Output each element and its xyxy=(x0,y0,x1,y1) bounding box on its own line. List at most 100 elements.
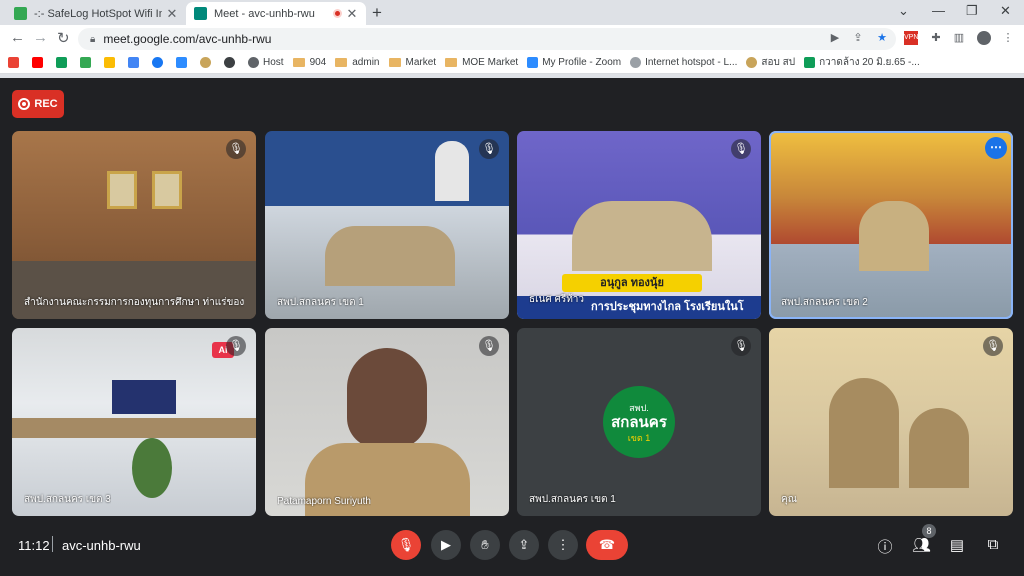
share-icon[interactable]: ⇪ xyxy=(851,31,865,45)
safelog-favicon-icon xyxy=(14,7,27,20)
participant-tile[interactable]: 🎙︎ คุณ xyxy=(769,328,1013,516)
bookmark-moe-market[interactable]: MOE Market xyxy=(445,57,518,68)
record-icon xyxy=(18,98,31,110)
mic-off-icon: 🎙︎ xyxy=(983,336,1003,356)
side-panel-icon[interactable]: ▥ xyxy=(952,31,966,45)
folder-icon xyxy=(388,58,401,67)
bookmark-label: admin xyxy=(352,57,380,68)
bookmark-label: My Profile - Zoom xyxy=(542,57,622,68)
name-caption: อนุกูล ทองนุ้ย xyxy=(562,274,702,292)
address-bar[interactable]: 🔒︎ meet.google.com/avc-unhb-rwu xyxy=(78,28,896,50)
bookmark-p[interactable] xyxy=(224,57,239,68)
menu-dots-icon[interactable]: ⋮ xyxy=(1001,31,1015,45)
participant-tile[interactable]: สพป. สกลนคร เขต 1 🎙︎ สพป.สกลนคร เขต 1 xyxy=(517,328,761,516)
bookmark-exam[interactable]: สอบ สป xyxy=(746,55,795,70)
meeting-details-icon[interactable]: ⓘ xyxy=(876,536,894,557)
back-icon[interactable]: ← xyxy=(10,29,25,46)
bookmark-youtube[interactable] xyxy=(32,57,47,68)
bookmark-sweep[interactable]: กวาดล้าง 20 มิ.ย.65 -... xyxy=(804,55,920,70)
portrait-frame xyxy=(152,171,182,209)
participants-group xyxy=(572,201,712,271)
camera-toggle-button[interactable]: ▶ xyxy=(431,530,461,560)
recording-indicator-icon xyxy=(333,9,342,18)
bookmark-apps[interactable] xyxy=(104,57,119,68)
window-close-icon[interactable]: ✕ xyxy=(1000,3,1011,19)
participant-tile[interactable]: 🎙︎ สำนักงานคณะกรรมการกองทุนการศึกษา ท่าแ… xyxy=(12,131,256,319)
minimize-icon[interactable]: — xyxy=(932,3,945,18)
zoom-icon xyxy=(176,57,187,68)
seal-icon xyxy=(746,57,758,68)
profile-avatar[interactable] xyxy=(977,31,991,45)
bookmark-zoom-profile[interactable]: My Profile - Zoom xyxy=(527,57,621,68)
chat-icon[interactable]: ▤ xyxy=(948,536,966,554)
restore-icon[interactable]: ❐ xyxy=(966,3,978,19)
extensions-puzzle-icon[interactable]: ✚ xyxy=(929,31,943,45)
bookmark-admin[interactable]: admin xyxy=(335,57,380,68)
close-icon[interactable]: ✕ xyxy=(346,6,358,22)
participant-tile[interactable]: 🎙︎ สพป.สกลนคร เขต 1 xyxy=(265,131,509,319)
participants-group xyxy=(859,201,929,271)
more-options-icon[interactable]: ⋯ xyxy=(985,137,1007,159)
bookmark-gmail[interactable] xyxy=(8,57,23,68)
sheet-icon xyxy=(56,57,67,68)
apps-icon xyxy=(104,57,115,68)
recording-badge: REC xyxy=(12,90,64,118)
participant-tile[interactable]: อนุกูล ทองนุ้ย การประชุมทางไกล โรงเรียนใ… xyxy=(517,131,761,319)
tab-meet[interactable]: Meet - avc-unhb-rwu ✕ xyxy=(186,2,366,25)
camera-icon[interactable]: ▶ xyxy=(828,31,842,45)
participants-group xyxy=(325,226,455,286)
bookmark-safelog[interactable] xyxy=(80,57,95,68)
logo-line: เขต 1 xyxy=(627,433,651,443)
close-icon[interactable]: ✕ xyxy=(166,6,178,22)
leave-call-button[interactable]: ☎︎ xyxy=(586,530,628,560)
person-left xyxy=(829,378,899,488)
reload-icon[interactable]: ↻ xyxy=(57,29,70,47)
bookmark-904[interactable]: 904 xyxy=(292,57,326,68)
participant-tile-active[interactable]: ⋯ สพป.สกลนคร เขต 2 xyxy=(769,131,1013,319)
bookmark-facebook[interactable] xyxy=(152,57,167,68)
participant-tile[interactable]: 🎙︎ Patamaporn Suriyuth xyxy=(265,328,509,516)
rec-label: REC xyxy=(34,98,58,110)
mic-off-icon: 🎙︎ xyxy=(479,139,499,159)
bookmark-hotspot[interactable]: Internet hotspot - L... xyxy=(630,57,737,68)
stage-screen xyxy=(112,380,176,414)
clock: 11:12 xyxy=(18,538,50,553)
meeting-code: avc-unhb-rwu xyxy=(62,538,141,553)
new-tab-button[interactable]: + xyxy=(372,3,382,23)
stupa-graphic xyxy=(435,141,469,201)
raise-hand-button[interactable]: ✋︎ xyxy=(470,530,500,560)
bookmark-label: กวาดล้าง 20 มิ.ย.65 -... xyxy=(819,57,920,68)
tab-safelog[interactable]: -:- SafeLog HotSpot Wifi Internet ✕ xyxy=(6,2,186,25)
people-icon[interactable]: 👥︎ xyxy=(912,536,931,554)
lock-icon[interactable]: 🔒︎ xyxy=(90,34,95,45)
bookmark-market[interactable]: Market xyxy=(388,57,436,68)
bookmark-seal[interactable] xyxy=(200,57,215,68)
forward-icon[interactable]: → xyxy=(33,29,48,46)
mic-off-icon: 🎙︎ xyxy=(731,336,751,356)
bookmark-star-icon[interactable]: ★ xyxy=(875,31,889,45)
plant xyxy=(132,438,172,498)
zoom-icon xyxy=(527,57,539,68)
participant-tile[interactable]: Ai 🎙︎ สพป.สกลนคร เขต 3 xyxy=(12,328,256,516)
youtube-icon xyxy=(32,57,43,68)
bookmark-drive[interactable] xyxy=(128,57,143,68)
browser-toolbar: ← → ↻ 🔒︎ meet.google.com/avc-unhb-rwu ▶ … xyxy=(0,25,1024,52)
more-options-button[interactable]: ⋮ xyxy=(548,530,578,560)
participant-name: สพป.สกลนคร เขต 3 xyxy=(24,494,111,505)
seal-icon xyxy=(200,57,211,68)
activities-icon[interactable]: ⧉ xyxy=(984,536,1002,553)
bookmark-host[interactable]: Host xyxy=(248,57,284,68)
extension-vpn-icon[interactable]: VPN xyxy=(904,31,918,45)
bookmark-label: สอบ สป xyxy=(761,57,796,68)
bookmark-zoom[interactable] xyxy=(176,57,191,68)
chevron-down-icon[interactable]: ⌄ xyxy=(898,3,909,19)
present-screen-button[interactable]: ⇪ xyxy=(509,530,539,560)
person-head xyxy=(347,348,427,448)
logo-line: สกลนคร xyxy=(611,414,667,431)
participant-name: สพป.สกลนคร เขต 2 xyxy=(781,297,868,308)
tab-title: -:- SafeLog HotSpot Wifi Internet xyxy=(34,7,162,20)
mic-toggle-button[interactable]: 🎙︎ xyxy=(391,530,421,560)
meet-stage: REC 🎙︎ สำนักงานคณะกรรมการกองทุนการศึกษา … xyxy=(0,78,1024,576)
bookmark-sheet[interactable] xyxy=(56,57,71,68)
folder-icon xyxy=(292,58,305,67)
